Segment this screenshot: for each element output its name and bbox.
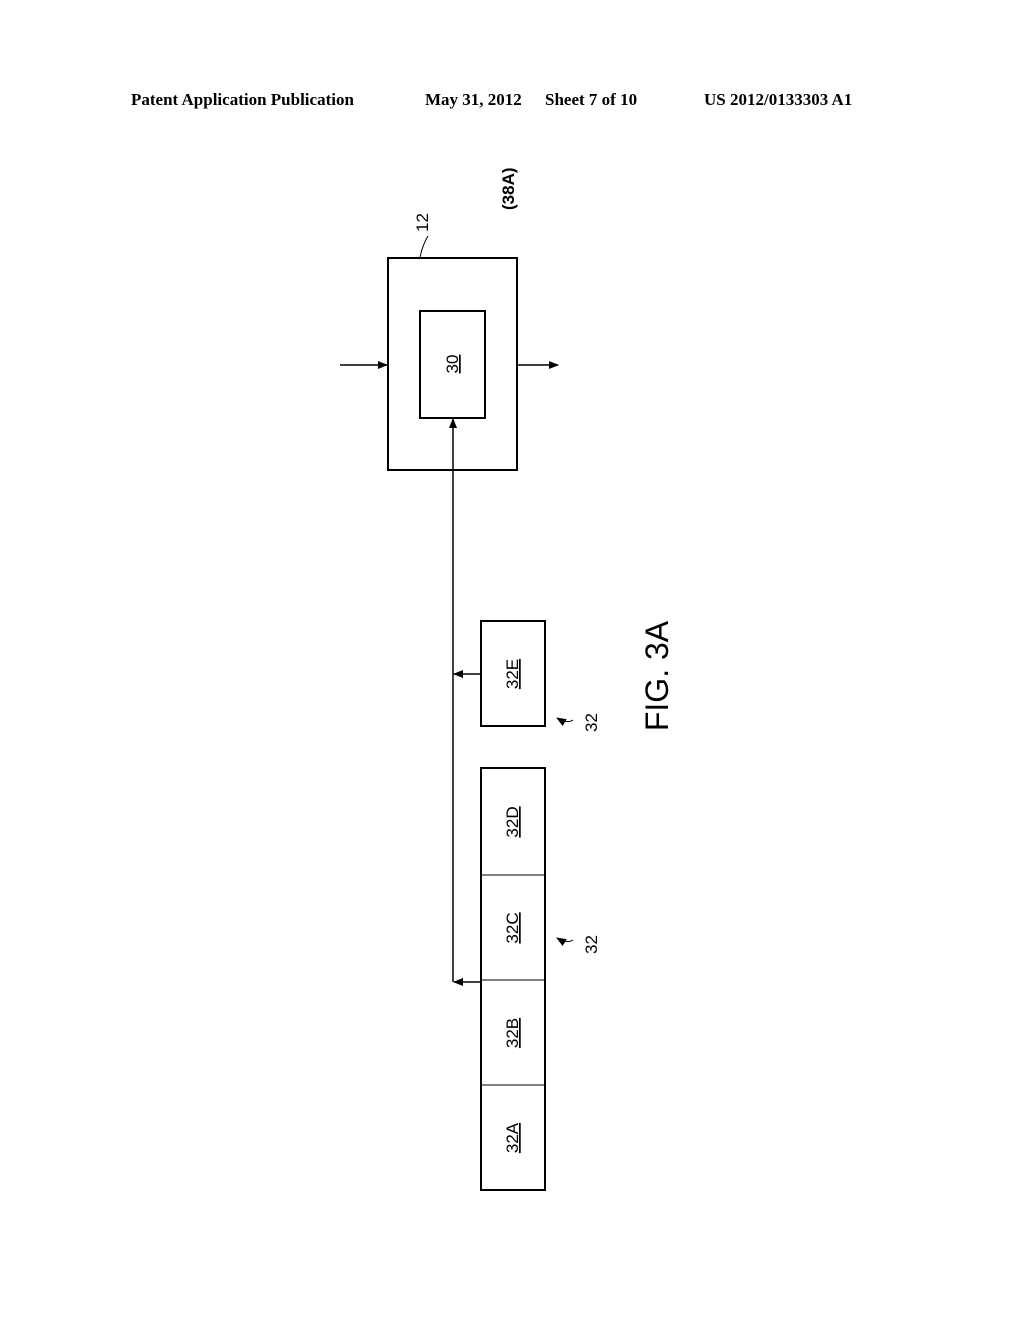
- block-32B-label: 32B: [503, 1018, 522, 1048]
- leader-line-12: [419, 235, 429, 259]
- block-32D-label: 32D: [503, 806, 522, 837]
- block-32C-label: 32C: [503, 912, 522, 943]
- figure-caption: FIG. 3A: [639, 620, 675, 731]
- group-ref-arrow-2: [556, 937, 574, 947]
- group-ref-label-1: 32: [582, 713, 601, 732]
- inner-block-label: 30: [443, 355, 462, 374]
- group-ref-label-2: 32: [582, 935, 601, 954]
- state-label: (38A): [499, 167, 518, 210]
- block-32A-label: 32A: [503, 1122, 522, 1153]
- figure-diagram: 12 (38A) 30 32E 32 32A 32B 32C 32D 32 FI…: [340, 167, 675, 1191]
- device-ref-label: 12: [413, 213, 432, 232]
- group-ref-arrow-1: [556, 717, 574, 727]
- block-32E-label: 32E: [503, 659, 522, 689]
